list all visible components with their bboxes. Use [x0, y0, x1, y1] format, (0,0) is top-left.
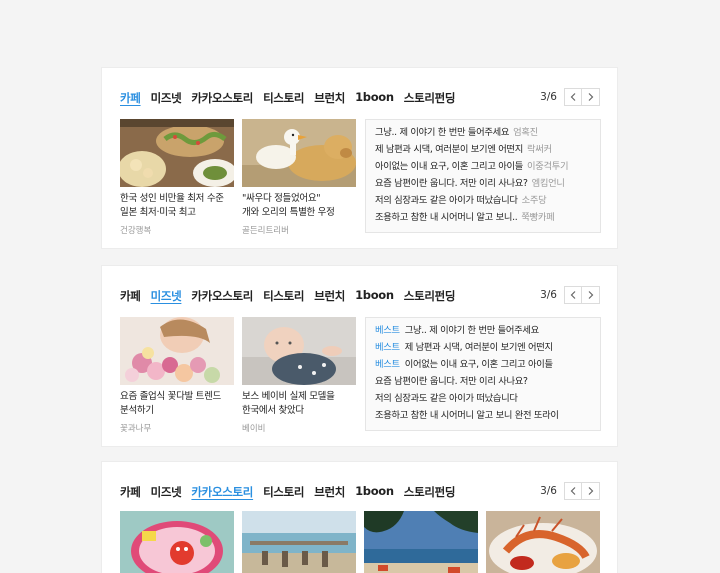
best-badge: 베스트: [375, 342, 400, 353]
list-item[interactable]: 아이없는 이내 요구, 이혼 그리고 아이들 이중걱투기: [375, 158, 600, 175]
list-item[interactable]: 조용하고 참한 내 시어머니 알고 보니 완전 또라이: [375, 407, 600, 424]
list-item[interactable]: 베스트 제 남편과 시댁, 여러분이 보기엔 어떤지: [375, 339, 600, 356]
list-item[interactable]: 그냥.. 제 이야기 한 번만 들어주세요 엄혹진: [375, 124, 600, 141]
chevron-right-icon: [588, 487, 593, 495]
best-badge: 베스트: [375, 359, 400, 370]
tab-kakaostory[interactable]: 카카오스토리: [191, 484, 253, 502]
list-item[interactable]: 저의 심장과도 같은 아이가 떠났습니다 소주당: [375, 192, 600, 209]
tab-1boon[interactable]: 1boon: [355, 288, 394, 306]
article-source: 베이비: [242, 424, 266, 434]
list-item[interactable]: 요즘 남편이란 웁니다. 저만 이리 사나요?: [375, 373, 600, 390]
tab-brunch[interactable]: 브런치: [314, 484, 345, 502]
tab-miznet[interactable]: 미즈넷: [151, 484, 182, 502]
article-thumbnail-baby[interactable]: [242, 317, 356, 385]
tab-cafe[interactable]: 카페: [120, 484, 141, 502]
list-item[interactable]: 요즘 남편이란 웁니다. 저만 이리 사나요? 엠킴언니: [375, 175, 600, 192]
tab-brunch[interactable]: 브런치: [314, 288, 345, 306]
chevron-left-icon: [570, 93, 576, 101]
prev-button[interactable]: [564, 482, 582, 500]
category-tabs: 카페 미즈넷 카카오스토리 티스토리 브런치 1boon 스토리펀딩: [120, 288, 465, 306]
tab-cafe[interactable]: 카페: [120, 90, 141, 108]
page-indicator: 3/6: [540, 485, 557, 497]
chevron-right-icon: [588, 93, 593, 101]
tab-storyfunding[interactable]: 스토리펀딩: [404, 288, 456, 306]
pagination: 3/6: [540, 286, 600, 304]
article-thumbnail-lunchbox[interactable]: [120, 511, 234, 573]
article-thumbnail-flowers[interactable]: [120, 317, 234, 385]
tab-tistory[interactable]: 티스토리: [263, 484, 304, 502]
tab-storyfunding[interactable]: 스토리펀딩: [404, 484, 456, 502]
article-source: 건강행복: [120, 226, 152, 236]
tab-miznet[interactable]: 미즈넷: [151, 288, 182, 306]
next-button[interactable]: [582, 88, 600, 106]
list-item[interactable]: 베스트 그냥.. 제 이야기 한 번만 들어주세요: [375, 322, 600, 339]
list-item[interactable]: 제 남편과 시댁, 여러분이 보기엔 어떤지 락써커: [375, 141, 600, 158]
page-indicator: 3/6: [540, 91, 557, 103]
article-thumbnail-food[interactable]: [120, 119, 234, 187]
category-tabs: 카페 미즈넷 카카오스토리 티스토리 브런치 1boon 스토리펀딩: [120, 484, 465, 502]
list-item[interactable]: 베스트 이어없는 이내 요구, 이혼 그리고 아이들: [375, 356, 600, 373]
pagination: 3/6: [540, 88, 600, 106]
article-thumbnail-dog-duck[interactable]: [242, 119, 356, 187]
article-caption[interactable]: 한국 성인 비만율 최저 수준 일본 최저·미국 최고: [120, 192, 236, 220]
article-thumbnail-beach-pier[interactable]: [242, 511, 356, 573]
page-indicator: 3/6: [540, 289, 557, 301]
article-caption[interactable]: 요즘 졸업식 꽃다발 트렌드 분석하기: [120, 390, 236, 418]
tab-cafe[interactable]: 카페: [120, 288, 141, 306]
popular-list: 베스트 그냥.. 제 이야기 한 번만 들어주세요 베스트 제 남편과 시댁, 여러…: [365, 317, 601, 431]
prev-button[interactable]: [564, 88, 582, 106]
tab-miznet[interactable]: 미즈넷: [151, 90, 182, 108]
tab-storyfunding[interactable]: 스토리펀딩: [404, 90, 456, 108]
tab-1boon[interactable]: 1boon: [355, 484, 394, 502]
tab-brunch[interactable]: 브런치: [314, 90, 345, 108]
story-card-kakaostory: 카페 미즈넷 카카오스토리 티스토리 브런치 1boon 스토리펀딩 3/6: [101, 461, 618, 573]
tab-tistory[interactable]: 티스토리: [263, 90, 304, 108]
story-card-miznet: 카페 미즈넷 카카오스토리 티스토리 브런치 1boon 스토리펀딩 3/6 요…: [101, 265, 618, 447]
chevron-left-icon: [570, 291, 576, 299]
category-tabs: 카페 미즈넷 카카오스토리 티스토리 브런치 1boon 스토리펀딩: [120, 90, 465, 108]
article-caption[interactable]: "싸우다 정들었어요" 개와 오리의 특별한 우정: [242, 192, 358, 220]
tab-tistory[interactable]: 티스토리: [263, 288, 304, 306]
article-thumbnail-tropical-beach[interactable]: [364, 511, 478, 573]
list-item[interactable]: 조용하고 참한 내 시어머니 알고 보니.. 쭉빵카페: [375, 209, 600, 226]
article-source: 꽃과나무: [120, 424, 152, 434]
popular-list: 그냥.. 제 이야기 한 번만 들어주세요 엄혹진 제 남편과 시댁, 여러분이 …: [365, 119, 601, 233]
list-item[interactable]: 저의 심장과도 같은 아이가 떠났습니다: [375, 390, 600, 407]
article-caption[interactable]: 보스 베이비 실제 모델을 한국에서 찾았다: [242, 390, 358, 418]
prev-button[interactable]: [564, 286, 582, 304]
tab-1boon[interactable]: 1boon: [355, 90, 394, 108]
tab-kakaostory[interactable]: 카카오스토리: [191, 288, 253, 306]
tab-kakaostory[interactable]: 카카오스토리: [191, 90, 253, 108]
story-card-cafe: 카페 미즈넷 카카오스토리 티스토리 브런치 1boon 스토리펀딩 3/6 한…: [101, 67, 618, 249]
article-source: 골든리트리버: [242, 226, 289, 236]
next-button[interactable]: [582, 286, 600, 304]
article-thumbnail-seafood[interactable]: [486, 511, 600, 573]
next-button[interactable]: [582, 482, 600, 500]
pagination: 3/6: [540, 482, 600, 500]
best-badge: 베스트: [375, 325, 400, 336]
chevron-right-icon: [588, 291, 593, 299]
chevron-left-icon: [570, 487, 576, 495]
